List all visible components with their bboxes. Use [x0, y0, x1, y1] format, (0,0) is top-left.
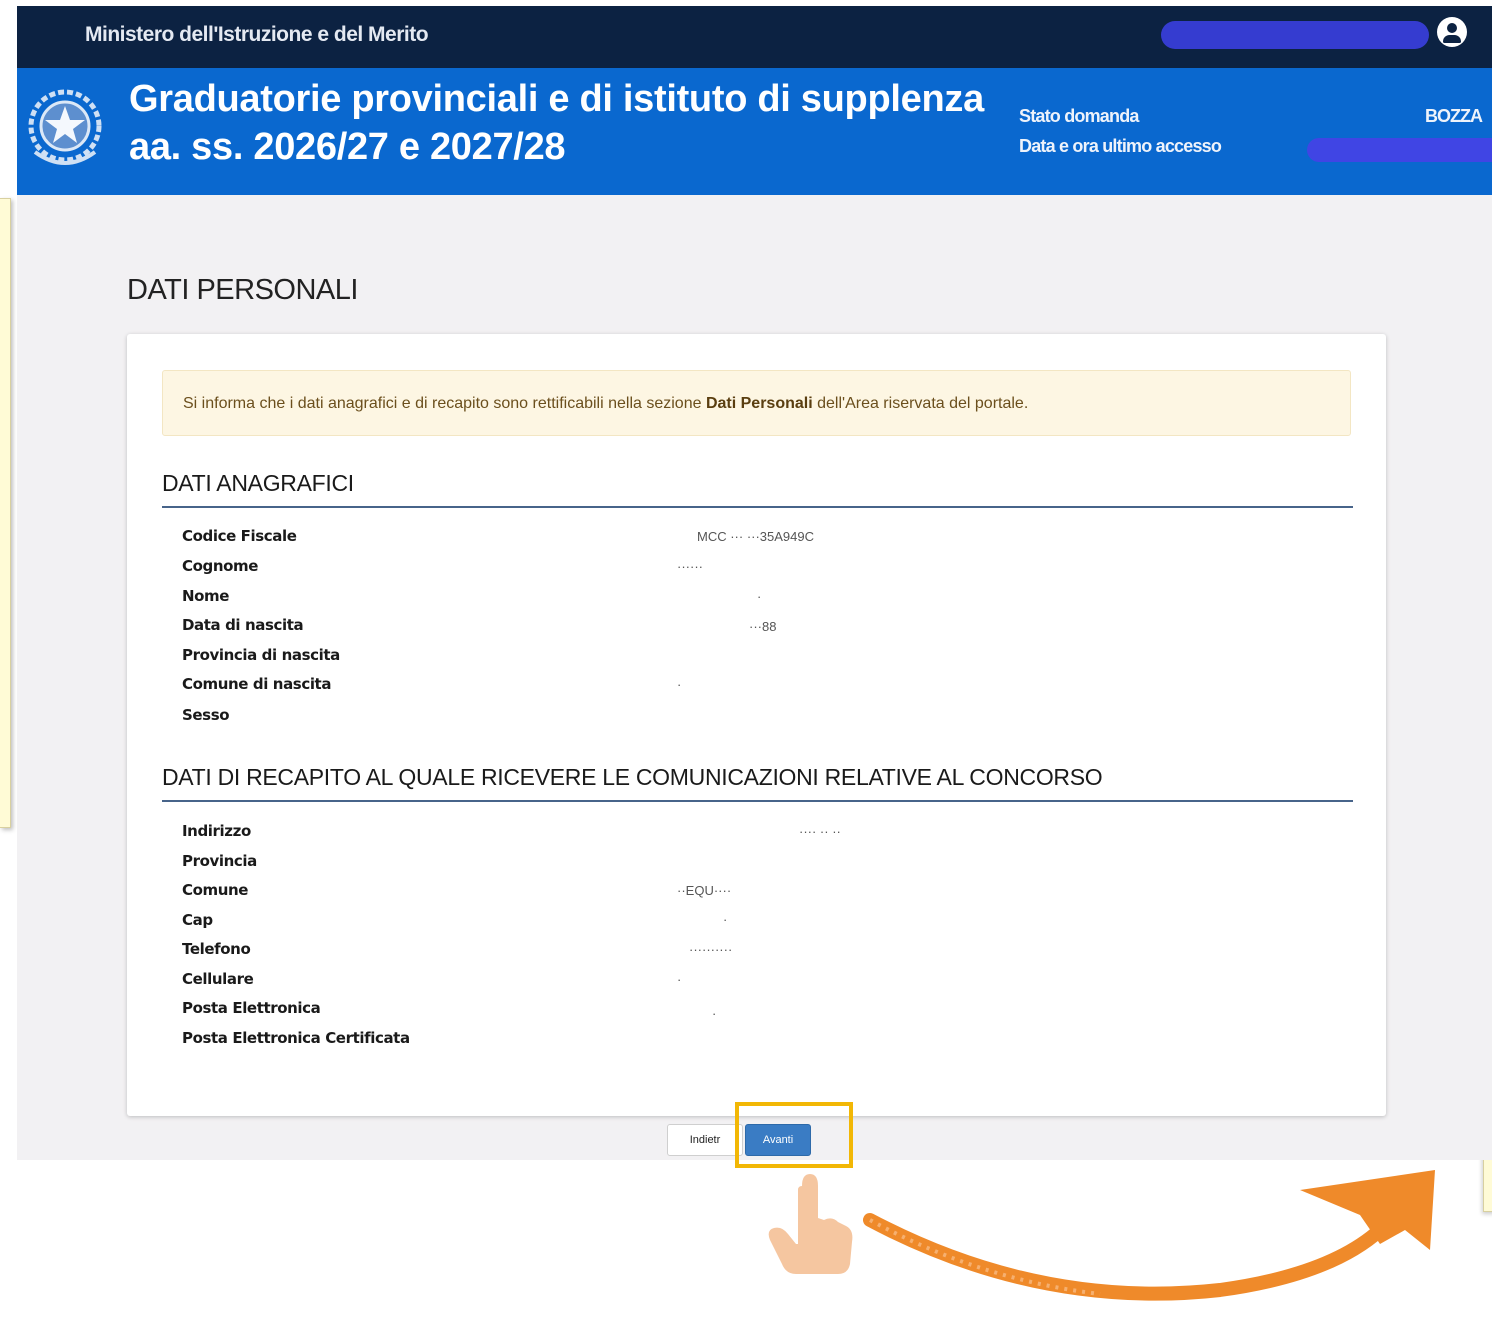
page-title-line1: Graduatorie provinciali e di istituto di…: [129, 78, 984, 120]
ultimo-accesso-label: Data e ora ultimo accesso: [1019, 136, 1222, 156]
field-value-telefono: ··········: [689, 942, 733, 957]
recapito-divider: [162, 800, 1353, 802]
ministry-name: Ministero dell'Istruzione e del Merito: [85, 23, 429, 46]
field-value-cognome: ······: [677, 559, 703, 574]
field-label-comune: Comune: [182, 881, 249, 899]
field-value-cellulare: ·: [677, 972, 682, 987]
user-account-icon[interactable]: [1437, 17, 1467, 47]
field-label-data-nascita: Data di nascita: [182, 616, 304, 634]
field-value-cap: ·: [723, 912, 728, 927]
field-label-cap: Cap: [182, 911, 213, 929]
field-label-nome: Nome: [182, 587, 230, 605]
section-heading: DATI PERSONALI: [127, 274, 358, 306]
field-label-indirizzo: Indirizzo: [182, 822, 251, 840]
republic-emblem-icon: [28, 89, 102, 165]
field-value-posta-elettronica: ·: [712, 1006, 717, 1021]
field-value-indirizzo: ···· ·· ··: [799, 824, 841, 839]
field-value-codice-fiscale: MCC ··· ···35A949C: [697, 529, 815, 544]
curved-arrow-icon: [863, 1170, 1435, 1301]
field-value-nome: ·: [757, 589, 762, 604]
alert-text-start: Si informa che i dati anagrafici e di re…: [183, 395, 706, 412]
field-label-sesso: Sesso: [182, 706, 230, 724]
anagrafici-divider: [162, 506, 1353, 508]
field-value-comune: ··EQU····: [677, 883, 732, 898]
user-name-redacted[interactable]: [1161, 21, 1429, 49]
personal-data-card: Si informa che i dati anagrafici e di re…: [127, 334, 1386, 1116]
field-label-provincia: Provincia: [182, 852, 257, 870]
back-button[interactable]: Indietr: [667, 1124, 743, 1156]
field-label-codice-fiscale: Codice Fiscale: [182, 527, 297, 545]
stato-domanda-label: Stato domanda: [1019, 106, 1139, 126]
field-label-pec: Posta Elettronica Certificata: [182, 1029, 410, 1047]
anagrafici-title: DATI ANAGRAFICI: [162, 470, 354, 496]
field-label-posta-elettronica: Posta Elettronica: [182, 999, 321, 1017]
left-note-panel: [0, 198, 11, 828]
page-title-line2: aa. ss. 2026/27 e 2027/28: [129, 126, 566, 168]
info-alert: Si informa che i dati anagrafici e di re…: [162, 370, 1351, 436]
alert-link-text: Dati Personali: [705, 395, 813, 412]
field-label-comune-nascita: Comune di nascita: [182, 675, 332, 693]
field-label-cellulare: Cellulare: [182, 970, 254, 988]
field-value-comune-nascita: ·: [677, 677, 682, 692]
pointing-hand-icon: [768, 1174, 853, 1274]
stato-domanda-value: BOZZA: [1425, 106, 1483, 126]
header-banner: Graduatorie provinciali e di istituto di…: [17, 68, 1492, 195]
field-value-data-nascita: ···88: [749, 619, 777, 634]
field-label-provincia-nascita: Provincia di nascita: [182, 646, 340, 664]
alert-text-end: dell'Area riservata del portale.: [812, 395, 1029, 412]
highlight-box: [735, 1102, 853, 1168]
field-label-cognome: Cognome: [182, 557, 259, 575]
app-window: Ministero dell'Istruzione e del Merito G…: [17, 6, 1492, 1160]
field-label-telefono: Telefono: [182, 940, 251, 958]
ultimo-accesso-redacted: [1307, 138, 1492, 162]
top-bar: Ministero dell'Istruzione e del Merito: [17, 6, 1492, 68]
recapito-title: DATI DI RECAPITO AL QUALE RICEVERE LE CO…: [162, 764, 1103, 790]
